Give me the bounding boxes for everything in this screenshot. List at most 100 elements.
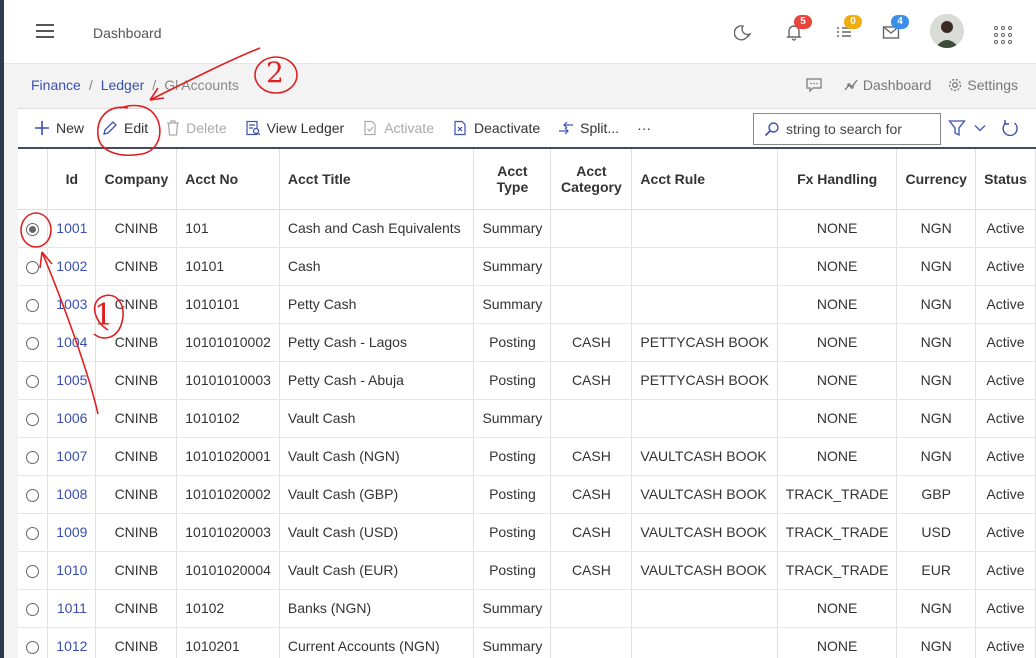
envelope-icon[interactable]: 4 (881, 15, 909, 44)
dashboard-link[interactable]: Dashboard (843, 77, 931, 93)
row-select-radio[interactable] (26, 222, 40, 236)
column-header-acct-rule[interactable]: Acct Rule (631, 149, 778, 210)
cell-company: CNINB (95, 323, 178, 362)
apps-grid-icon[interactable] (994, 26, 1012, 44)
cell-id[interactable]: 1005 (47, 361, 97, 400)
pencil-icon (103, 121, 117, 135)
chart-line-icon (844, 79, 858, 91)
cell-acct-title: Vault Cash (USD) (279, 513, 475, 552)
row-select-radio[interactable] (26, 412, 40, 426)
cell-id[interactable]: 1012 (47, 627, 97, 658)
cell-acct-type: Summary (473, 399, 552, 438)
user-avatar[interactable] (930, 14, 964, 48)
table-row[interactable]: 1006 CNINB 1010102 Vault Cash Summary NONE NGN… (18, 399, 1036, 438)
row-select-radio[interactable] (26, 260, 40, 274)
cell-id[interactable]: 1008 (47, 475, 97, 514)
cell-acct-no: 1010101 (176, 285, 280, 324)
table-row[interactable]: 1003 CNINB 1010101 Petty Cash Summary NONE NGN… (18, 285, 1036, 324)
cell-company: CNINB (95, 551, 178, 590)
row-select-cell (18, 513, 49, 552)
split-button[interactable]: Split... (558, 120, 619, 136)
row-select-radio[interactable] (26, 564, 40, 578)
new-button[interactable]: New (34, 120, 84, 136)
edit-button[interactable]: Edit (102, 120, 148, 136)
activate-button[interactable]: Activate (362, 120, 434, 136)
left-sidebar-strip (0, 0, 4, 658)
table-row[interactable]: 1011 CNINB 10102 Banks (NGN) Summary NONE NGN A… (18, 589, 1036, 628)
cell-status: Active (975, 323, 1036, 362)
cell-acct-category (550, 627, 633, 658)
column-header-currency[interactable]: Currency (896, 149, 976, 210)
column-header-fx-handling[interactable]: Fx Handling (777, 149, 898, 210)
row-select-radio[interactable] (26, 336, 40, 350)
cell-fx-handling: NONE (777, 209, 898, 248)
moon-icon[interactable] (733, 22, 756, 44)
column-header-company[interactable]: Company (95, 149, 178, 210)
row-select-cell (18, 361, 49, 400)
settings-link[interactable]: Settings (947, 77, 1018, 93)
breadcrumb-finance[interactable]: Finance (31, 77, 81, 93)
row-select-radio[interactable] (26, 374, 40, 388)
cell-id[interactable]: 1010 (47, 551, 97, 590)
table-row[interactable]: 1007 CNINB 10101020001 Vault Cash (NGN) Post… (18, 437, 1036, 476)
view-ledger-button[interactable]: View Ledger (245, 120, 344, 136)
row-select-radio[interactable] (26, 602, 40, 616)
hamburger-menu-icon[interactable] (36, 24, 54, 38)
search-input[interactable] (786, 121, 936, 137)
row-select-radio[interactable] (26, 640, 40, 654)
breadcrumb-ledger[interactable]: Ledger (101, 77, 145, 93)
bell-icon[interactable]: 5 (784, 15, 812, 44)
row-select-radio[interactable] (26, 526, 40, 540)
table-row[interactable]: 1002 CNINB 10101 Cash Summary NONE NGN Active (18, 247, 1036, 286)
row-select-radio[interactable] (26, 298, 40, 312)
cell-id[interactable]: 1002 (47, 247, 97, 286)
table-row[interactable]: 1008 CNINB 10101020002 Vault Cash (GBP) Post… (18, 475, 1036, 514)
column-header-status[interactable]: Status (975, 149, 1036, 210)
cell-company: CNINB (95, 475, 178, 514)
acct-type-header-line1: Acct (497, 162, 528, 179)
cell-acct-type: Posting (473, 323, 552, 362)
cell-id[interactable]: 1006 (47, 399, 97, 438)
column-header-acct-category[interactable]: Acct Category (550, 149, 633, 210)
gl-accounts-panel: New Edit Delete View Ledger Activate Dea… (18, 108, 1036, 658)
filter-icon[interactable] (948, 119, 966, 140)
delete-button[interactable]: Delete (166, 120, 227, 136)
top-bar: Dashboard 5 0 4 (4, 0, 1036, 64)
cell-id[interactable]: 1011 (47, 589, 97, 628)
cell-company: CNINB (95, 399, 178, 438)
cell-acct-title: Vault Cash (EUR) (279, 551, 475, 590)
cell-id[interactable]: 1004 (47, 323, 97, 362)
table-row[interactable]: 1001 CNINB 101 Cash and Cash Equivalents Sum… (18, 209, 1036, 248)
column-header-acct-no[interactable]: Acct No (176, 149, 280, 210)
table-row[interactable]: 1005 CNINB 10101010003 Petty Cash - Abuja Po… (18, 361, 1036, 400)
acct-category-header-line1: Acct (576, 162, 607, 179)
table-row[interactable]: 1012 CNINB 1010201 Current Accounts (NGN) Su… (18, 627, 1036, 658)
deactivate-button[interactable]: Deactivate (452, 120, 540, 136)
cell-currency: NGN (896, 627, 976, 658)
document-x-icon (454, 120, 466, 136)
column-header-acct-title[interactable]: Acct Title (279, 149, 475, 210)
task-list-icon[interactable]: 0 (834, 15, 862, 44)
trash-icon (167, 120, 180, 136)
refresh-icon[interactable] (1000, 119, 1020, 142)
row-select-radio[interactable] (26, 450, 40, 464)
more-options-button[interactable]: ··· (637, 120, 651, 136)
cell-id[interactable]: 1007 (47, 437, 97, 476)
column-header-acct-type[interactable]: Acct Type (473, 149, 552, 210)
cell-acct-no: 10101020003 (176, 513, 280, 552)
table-row[interactable]: 1010 CNINB 10101020004 Vault Cash (EUR) Post… (18, 551, 1036, 590)
cell-id[interactable]: 1003 (47, 285, 97, 324)
comment-icon[interactable] (805, 76, 827, 94)
cell-id[interactable]: 1001 (47, 209, 97, 248)
row-select-radio[interactable] (26, 488, 40, 502)
column-header-id[interactable]: Id (47, 149, 97, 210)
cell-status: Active (975, 475, 1036, 514)
cell-company: CNINB (95, 627, 178, 658)
cell-acct-no: 10101020002 (176, 475, 280, 514)
chevron-down-icon[interactable] (973, 121, 987, 138)
cell-id[interactable]: 1009 (47, 513, 97, 552)
cell-acct-rule: VAULTCASH BOOK (631, 437, 778, 476)
table-row[interactable]: 1004 CNINB 10101010002 Petty Cash - Lagos Po… (18, 323, 1036, 362)
cell-status: Active (975, 589, 1036, 628)
table-row[interactable]: 1009 CNINB 10101020003 Vault Cash (USD) Post… (18, 513, 1036, 552)
